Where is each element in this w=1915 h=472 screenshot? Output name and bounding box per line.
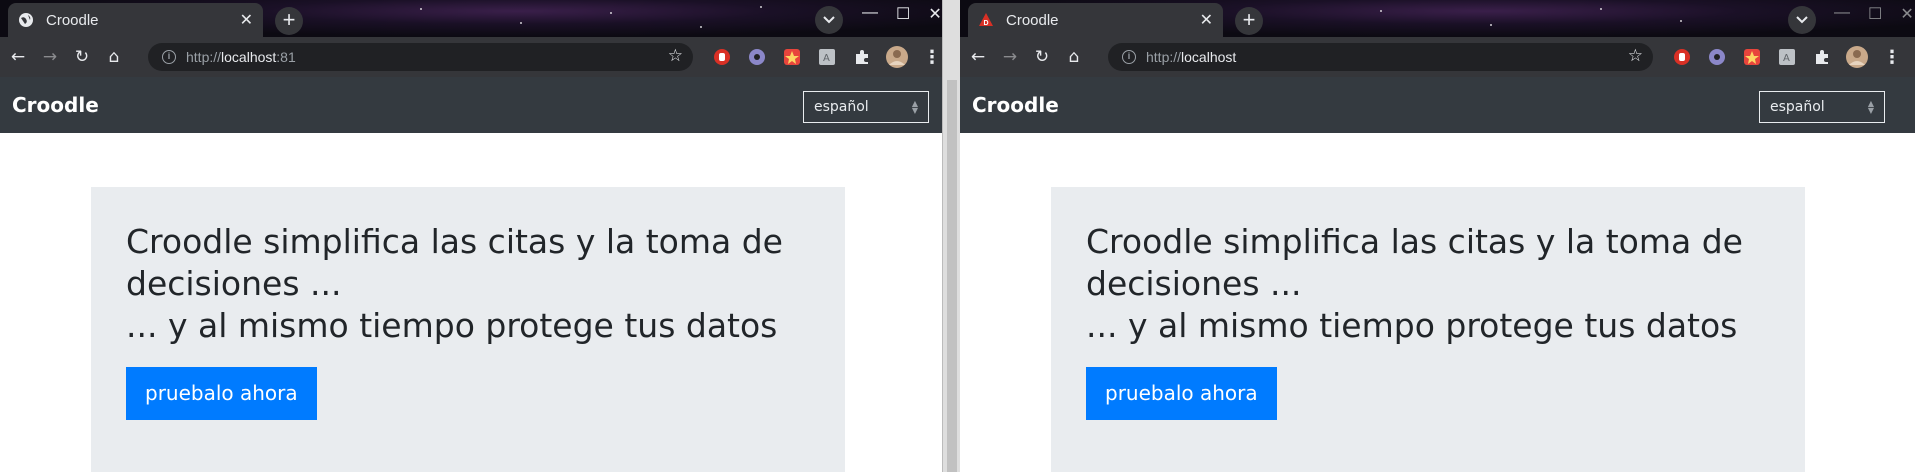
reload-icon[interactable]: ↻ xyxy=(1028,43,1056,71)
window-divider-scrollbar[interactable] xyxy=(942,0,960,472)
page-viewport: Croodle español ▲ ▼ Croodle simplifica la… xyxy=(960,77,1915,472)
select-arrows-icon: ▲ ▼ xyxy=(1867,99,1874,115)
forward-icon[interactable]: → xyxy=(996,43,1024,71)
site-brand[interactable]: Croodle xyxy=(972,93,1059,117)
bookmark-star-icon[interactable]: ☆ xyxy=(1628,46,1643,66)
new-tab-button[interactable]: + xyxy=(275,7,303,35)
translate-extension-icon[interactable]: A xyxy=(815,45,839,69)
url-host: localhost xyxy=(1181,49,1237,65)
headline-line-2: decisiones ... xyxy=(1086,264,1302,303)
close-window-icon[interactable]: ✕ xyxy=(928,4,941,24)
profile-avatar-icon[interactable] xyxy=(1845,45,1869,69)
tab-close-icon[interactable]: ✕ xyxy=(240,10,253,30)
privacy-extension-icon[interactable] xyxy=(745,45,769,69)
tab-title: Croodle xyxy=(46,11,99,29)
tab-close-icon[interactable]: ✕ xyxy=(1200,10,1213,30)
profile-avatar-icon[interactable] xyxy=(885,45,909,69)
minimize-icon[interactable]: — xyxy=(862,4,878,24)
language-select-value: español xyxy=(1770,99,1825,115)
extensions-area: A ⋮ xyxy=(710,45,942,69)
bookmark-star-icon[interactable]: ☆ xyxy=(668,46,683,66)
browser-window-right: D Croodle ✕ + — ☐ ✕ ← → ↻ ⌂ i http://loc… xyxy=(960,0,1915,472)
address-bar[interactable]: i http://localhost ☆ xyxy=(1108,43,1653,71)
globe-icon xyxy=(18,12,34,28)
window-controls: — ☐ ✕ xyxy=(862,4,942,24)
browser-window-left: Croodle ✕ + — ☐ ✕ ← → ↻ ⌂ i http://local… xyxy=(0,0,942,472)
page-viewport: Croodle español ▲ ▼ Croodle simplifica la… xyxy=(0,77,942,472)
screen: Croodle ✕ + — ☐ ✕ ← → ↻ ⌂ i http://local… xyxy=(0,0,1915,472)
home-icon[interactable]: ⌂ xyxy=(100,43,128,71)
url-port: :81 xyxy=(276,49,296,65)
maximize-icon[interactable]: ☐ xyxy=(896,4,910,24)
browser-tab[interactable]: Croodle ✕ xyxy=(8,3,263,37)
svg-text:D: D xyxy=(984,20,989,27)
tab-title: Croodle xyxy=(1006,11,1059,29)
puzzle-extensions-icon[interactable] xyxy=(1810,45,1834,69)
scrollbar-thumb[interactable] xyxy=(947,80,957,472)
reload-icon[interactable]: ↻ xyxy=(68,43,96,71)
headline-line-3: ... y al mismo tiempo protege tus datos xyxy=(1086,306,1738,345)
language-select[interactable]: español ▲ ▼ xyxy=(803,91,929,123)
tab-strip: D Croodle ✕ + — ☐ ✕ xyxy=(960,0,1915,37)
site-brand[interactable]: Croodle xyxy=(12,93,99,117)
site-navbar: Croodle español ▲ ▼ xyxy=(0,77,942,133)
language-select-value: español xyxy=(814,99,869,115)
svg-text:A: A xyxy=(823,53,830,64)
new-tab-button[interactable]: + xyxy=(1235,7,1263,35)
croodle-favicon-icon: D xyxy=(978,12,994,28)
hand-stop-extension-icon[interactable] xyxy=(1670,45,1694,69)
try-now-button[interactable]: pruebalo ahora xyxy=(126,367,317,420)
hero-headline: Croodle simplifica las citas y la toma d… xyxy=(1086,221,1770,347)
browser-toolbar: ← → ↻ ⌂ i http://localhost ☆ A ⋮ xyxy=(960,37,1915,77)
back-icon[interactable]: ← xyxy=(964,43,992,71)
site-navbar: Croodle español ▲ ▼ xyxy=(960,77,1915,133)
privacy-extension-icon[interactable] xyxy=(1705,45,1729,69)
hero-headline: Croodle simplifica las citas y la toma d… xyxy=(126,221,810,347)
browser-menu-icon[interactable]: ⋮ xyxy=(1880,45,1904,69)
tab-strip: Croodle ✕ + — ☐ ✕ xyxy=(0,0,942,37)
tab-search-button[interactable] xyxy=(1788,6,1816,34)
browser-menu-icon[interactable]: ⋮ xyxy=(920,45,942,69)
back-icon[interactable]: ← xyxy=(4,43,32,71)
browser-toolbar: ← → ↻ ⌂ i http://localhost:81 ☆ A ⋮ xyxy=(0,37,942,77)
window-controls: — ☐ ✕ xyxy=(1834,4,1914,24)
url-scheme: http:// xyxy=(1146,49,1182,65)
headline-line-1: Croodle simplifica las citas y la toma d… xyxy=(1086,222,1743,261)
translate-extension-icon[interactable]: A xyxy=(1775,45,1799,69)
select-arrows-icon: ▲ ▼ xyxy=(911,99,918,115)
address-bar[interactable]: i http://localhost:81 ☆ xyxy=(148,43,693,71)
svg-text:A: A xyxy=(1783,53,1790,64)
star-extension-icon[interactable] xyxy=(780,45,804,69)
tab-search-button[interactable] xyxy=(815,6,843,34)
language-select[interactable]: español ▲ ▼ xyxy=(1759,91,1885,123)
close-window-icon[interactable]: ✕ xyxy=(1900,4,1913,24)
headline-line-1: Croodle simplifica las citas y la toma d… xyxy=(126,222,783,261)
url-scheme: http:// xyxy=(186,49,222,65)
browser-tab[interactable]: D Croodle ✕ xyxy=(968,3,1223,37)
hand-stop-extension-icon[interactable] xyxy=(710,45,734,69)
hero-jumbotron: Croodle simplifica las citas y la toma d… xyxy=(1051,187,1805,472)
maximize-icon[interactable]: ☐ xyxy=(1868,4,1882,24)
headline-line-3: ... y al mismo tiempo protege tus datos xyxy=(126,306,778,345)
info-icon[interactable]: i xyxy=(162,50,176,64)
info-icon[interactable]: i xyxy=(1122,50,1136,64)
puzzle-extensions-icon[interactable] xyxy=(850,45,874,69)
hero-jumbotron: Croodle simplifica las citas y la toma d… xyxy=(91,187,845,472)
extensions-area: A ⋮ xyxy=(1670,45,1904,69)
star-extension-icon[interactable] xyxy=(1740,45,1764,69)
minimize-icon[interactable]: — xyxy=(1834,4,1850,24)
forward-icon[interactable]: → xyxy=(36,43,64,71)
url-host: localhost xyxy=(221,49,277,65)
home-icon[interactable]: ⌂ xyxy=(1060,43,1088,71)
try-now-button[interactable]: pruebalo ahora xyxy=(1086,367,1277,420)
headline-line-2: decisiones ... xyxy=(126,264,342,303)
